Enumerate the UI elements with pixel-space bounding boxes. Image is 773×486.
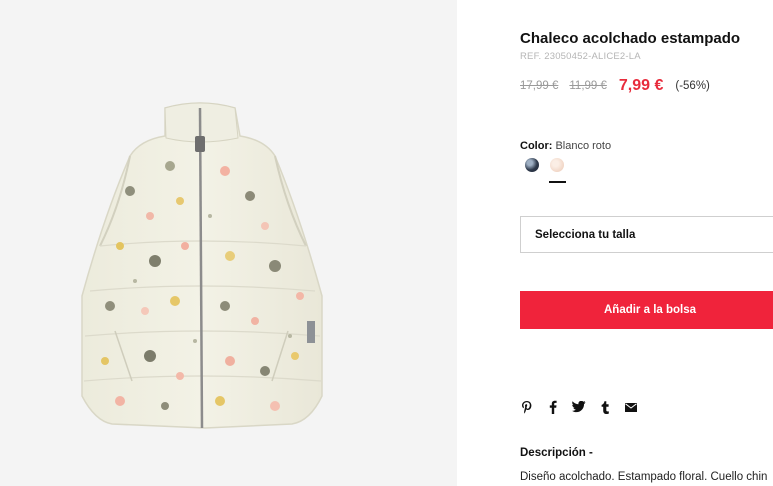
twitter-icon[interactable] (572, 400, 586, 414)
size-select-placeholder: Selecciona tu talla (535, 229, 636, 241)
color-value: Blanco roto (555, 140, 612, 152)
tumblr-icon[interactable] (598, 400, 612, 414)
size-select[interactable]: Selecciona tu talla (520, 216, 773, 253)
email-icon[interactable] (624, 400, 638, 414)
color-label-row: Color: Blanco roto (520, 140, 611, 152)
vest-illustration (81, 102, 323, 429)
product-reference: REF. 23050452-ALICE2-LA (520, 51, 641, 62)
product-info-panel: Chaleco acolchado estampado REF. 2305045… (520, 0, 773, 486)
description-title[interactable]: Descripción - (520, 447, 593, 459)
discount-badge: (-56%) (675, 80, 710, 92)
price-row: 17,99 € 11,99 € 7,99 € (-56%) (520, 77, 710, 95)
pinterest-icon[interactable] (520, 400, 534, 414)
previous-price: 11,99 € (569, 80, 607, 92)
facebook-icon[interactable] (546, 400, 560, 414)
add-to-bag-button[interactable]: Añadir a la bolsa (520, 291, 773, 329)
share-icons (520, 400, 650, 414)
product-image-vest[interactable] (60, 96, 345, 436)
description-text: Diseño acolchado. Estampado floral. Cuel… (520, 471, 768, 483)
selected-swatch-indicator (549, 181, 566, 183)
product-image-gallery[interactable] (0, 0, 457, 486)
original-price: 17,99 € (520, 80, 559, 92)
add-to-bag-label: Añadir a la bolsa (603, 304, 697, 316)
color-swatch-blanco-roto[interactable] (550, 158, 564, 172)
current-price: 7,99 € (618, 77, 664, 94)
color-swatch-dark-floral[interactable] (525, 158, 539, 172)
color-label: Color: (520, 140, 553, 152)
product-title: Chaleco acolchado estampado (520, 30, 741, 47)
